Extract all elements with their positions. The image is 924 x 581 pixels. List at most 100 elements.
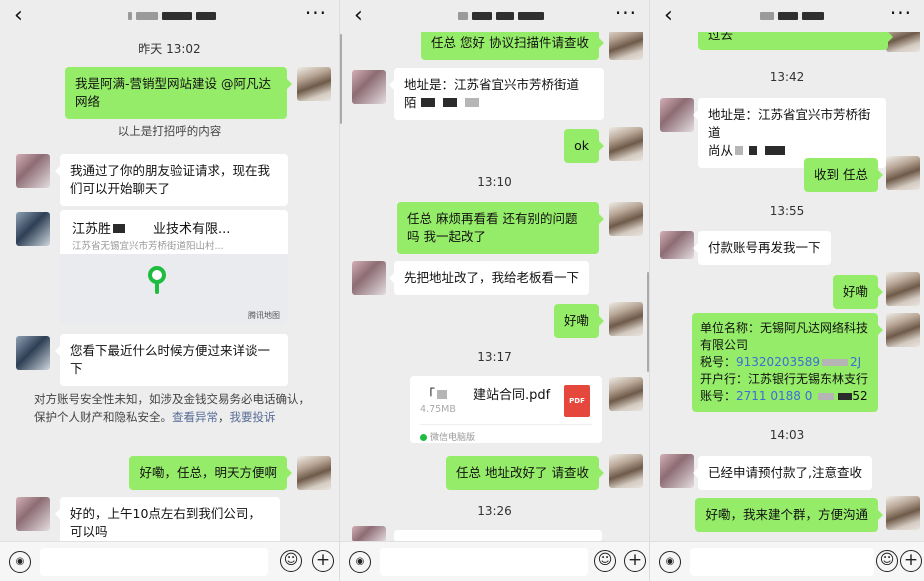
contact-title-redacted <box>128 11 216 21</box>
timestamp: 13:10 <box>477 175 512 189</box>
message-list[interactable]: 昨天 13:02 我是阿满-营销型网站建设 @阿凡达网络 以上是打招呼的内容 我… <box>0 32 339 541</box>
more-options-icon[interactable]: ··· <box>615 2 637 24</box>
avatar-contact[interactable] <box>660 454 694 488</box>
avatar-self[interactable] <box>886 313 920 347</box>
avatar-contact[interactable] <box>660 231 694 259</box>
message-bubble-sent[interactable]: 收到 任总 <box>804 158 883 192</box>
message-bubble-sent[interactable]: 我是阿满-营销型网站建设 @阿凡达网络 <box>65 67 292 119</box>
timestamp: 13:17 <box>477 350 512 364</box>
map-preview[interactable]: 腾讯地图 <box>60 254 288 325</box>
message-bubble-received[interactable]: 您看下最近什么时候方便过来详谈一下 <box>55 334 288 386</box>
timestamp: 昨天 13:02 <box>138 42 201 56</box>
chat-panel-3: ‹ ··· 过去 13:42 地址是：江苏省宜兴市芳桥街道 尚从 收到 任总 1… <box>650 0 924 581</box>
avatar-self[interactable] <box>609 202 643 236</box>
message-bubble-received[interactable]: 付款账号再发我一下 <box>693 231 831 265</box>
top-bar: ‹ ··· <box>650 0 924 32</box>
voice-input-icon[interactable]: ◉ <box>659 551 681 573</box>
report-link[interactable]: 我要投诉 <box>230 410 276 424</box>
message-input[interactable] <box>380 548 588 576</box>
avatar-contact[interactable] <box>16 497 50 531</box>
message-bubble-sent[interactable]: ok <box>564 129 604 163</box>
message-bubble-received[interactable]: 地址是：江苏省宜兴市芳桥街道 陌 <box>389 68 604 120</box>
contact-title-redacted <box>760 11 824 21</box>
file-size: 4.75MB <box>420 404 456 415</box>
location-address: 江苏省无锡宜兴市芳桥街道阳山村... <box>72 241 224 252</box>
message-bubble-sent[interactable]: 好嘞，任总，明天方便啊 <box>129 456 292 490</box>
avatar-self[interactable] <box>886 272 920 306</box>
timestamp: 14:03 <box>769 428 805 442</box>
message-bubble-sent[interactable]: 任总 地址改好了 请查收 <box>446 456 604 490</box>
avatar-self[interactable] <box>886 496 920 530</box>
map-source-label: 腾讯地图 <box>248 311 280 320</box>
divider <box>420 424 592 425</box>
emoji-icon[interactable]: ☺ <box>280 550 302 572</box>
more-options-icon[interactable]: ··· <box>305 2 327 24</box>
avatar-self[interactable] <box>609 127 643 161</box>
message-bubble-sent[interactable]: 单位名称：无锡阿凡达网络科技有限公司 税号：91320203589 2J 开户行：… <box>692 313 883 412</box>
chat-panel-2: ‹ ··· 任总 您好 协议扫描件请查收 地址是：江苏省宜兴市芳桥街道 陌 ok… <box>340 0 650 581</box>
contact-title-redacted <box>458 11 544 21</box>
plus-icon[interactable]: + <box>312 550 334 572</box>
message-bubble-received[interactable]: 已经申请预付款了,注意查收 <box>693 456 872 490</box>
message-bubble-sent[interactable]: 任总 您好 协议扫描件请查收 <box>421 32 604 60</box>
avatar-contact[interactable] <box>16 336 50 370</box>
avatar-self[interactable] <box>609 302 643 336</box>
message-bubble-sent[interactable]: 任总 麻烦再看看 还有别的问题吗 我一起改了 <box>397 202 604 254</box>
avatar-self[interactable] <box>609 377 643 411</box>
chat-screenshots: ‹ ··· 昨天 13:02 我是阿满-营销型网站建设 @阿凡达网络 以上是打招… <box>0 0 924 581</box>
system-notice: 以上是打招呼的内容 <box>117 124 222 138</box>
file-card[interactable]: 「建站合同.pdf 4.75MB PDF 微信电脑版 <box>410 376 602 443</box>
back-arrow-icon[interactable]: ‹ <box>14 3 23 29</box>
back-arrow-icon[interactable]: ‹ <box>664 3 673 29</box>
avatar-contact[interactable] <box>352 526 386 541</box>
avatar-contact[interactable] <box>352 261 386 295</box>
input-bar: ◉ ☺ + <box>650 541 924 581</box>
avatar-self[interactable] <box>609 32 643 60</box>
message-bubble-sent[interactable]: 过去 <box>698 32 893 50</box>
avatar-contact[interactable] <box>16 212 50 246</box>
location-card[interactable]: 江苏胜 业技术有限... 江苏省无锡宜兴市芳桥街道阳山村... 腾讯地图 <box>60 210 288 325</box>
message-input[interactable] <box>690 548 874 576</box>
file-source: 微信电脑版 <box>420 430 475 443</box>
pdf-file-icon: PDF <box>564 385 590 417</box>
location-title: 江苏胜 业技术有限... <box>72 222 231 237</box>
view-anomaly-link[interactable]: 查看异常 <box>172 410 218 424</box>
avatar-self[interactable] <box>609 454 643 488</box>
emoji-icon[interactable]: ☺ <box>594 550 616 572</box>
emoji-icon[interactable]: ☺ <box>876 550 898 572</box>
message-list[interactable]: 过去 13:42 地址是：江苏省宜兴市芳桥街道 尚从 收到 任总 13:55 付… <box>650 32 924 541</box>
timestamp: 13:55 <box>769 204 805 218</box>
chat-panel-1: ‹ ··· 昨天 13:02 我是阿满-营销型网站建设 @阿凡达网络 以上是打招… <box>0 0 340 581</box>
message-bubble-received[interactable]: 好的，上午10点左右到我们公司，可以吗 <box>55 497 280 541</box>
avatar-self[interactable] <box>297 67 331 101</box>
timestamp: 13:26 <box>477 504 512 518</box>
input-bar: ◉ ☺ + <box>0 541 339 581</box>
avatar-contact[interactable] <box>16 154 50 188</box>
more-options-icon[interactable]: ··· <box>890 2 912 24</box>
top-bar: ‹ ··· <box>340 0 649 32</box>
message-bubble-sent[interactable]: 好嘞 <box>832 275 884 309</box>
avatar-contact[interactable] <box>660 98 694 132</box>
input-bar: ◉ ☺ + <box>340 541 649 581</box>
message-bubble-sent[interactable]: 好嘞，我来建个群，方便沟通 <box>695 498 883 532</box>
plus-icon[interactable]: + <box>900 550 922 572</box>
message-bubble-received[interactable]: 我通过了你的朋友验证请求，现在我们可以开始聊天了 <box>55 154 288 206</box>
back-arrow-icon[interactable]: ‹ <box>354 3 363 29</box>
avatar-self[interactable] <box>886 156 920 190</box>
message-input[interactable] <box>40 548 268 576</box>
avatar-self[interactable] <box>297 456 331 490</box>
message-list[interactable]: 任总 您好 协议扫描件请查收 地址是：江苏省宜兴市芳桥街道 陌 ok 13:10… <box>340 32 649 541</box>
top-bar: ‹ ··· <box>0 0 339 32</box>
voice-input-icon[interactable]: ◉ <box>349 551 371 573</box>
map-pin-stem <box>155 282 159 294</box>
voice-input-icon[interactable]: ◉ <box>9 551 31 573</box>
avatar-contact[interactable] <box>352 70 386 104</box>
safety-warning: 对方账号安全性未知，如涉及金钱交易务必电话确认，保护个人财产和隐私安全。查看异常… <box>34 392 310 424</box>
message-bubble-received[interactable] <box>394 530 602 541</box>
plus-icon[interactable]: + <box>624 550 646 572</box>
wechat-pc-icon <box>420 434 427 441</box>
file-name: 「建站合同.pdf <box>422 388 551 403</box>
message-bubble-sent[interactable]: 好嘞 <box>553 304 605 338</box>
timestamp: 13:42 <box>769 70 805 84</box>
message-bubble-received[interactable]: 先把地址改了，我给老板看一下 <box>388 261 590 295</box>
